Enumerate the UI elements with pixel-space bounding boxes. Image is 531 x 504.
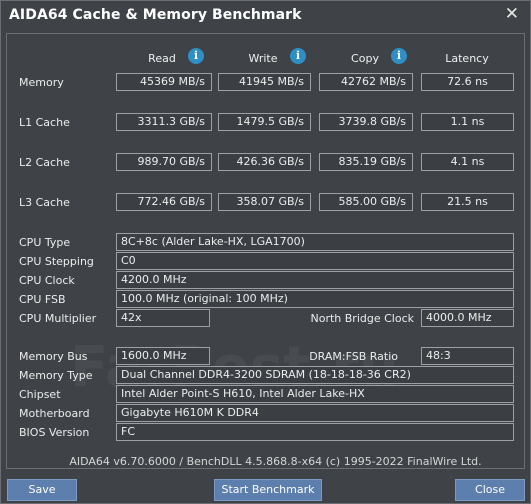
memory-write-value: 41945 MB/s — [218, 73, 311, 91]
start-benchmark-button[interactable]: Start Benchmark — [214, 479, 322, 501]
l2-row-label: L2 Cache — [19, 156, 70, 169]
bios-version-value: FC — [116, 423, 514, 441]
memory-latency-value: 72.6 ns — [421, 73, 514, 91]
north-bridge-clock-label: North Bridge Clock — [310, 312, 414, 325]
l1-latency-value: 1.1 ns — [421, 113, 514, 131]
memory-type-value: Dual Channel DDR4-3200 SDRAM (18-18-18-3… — [116, 366, 514, 384]
cpu-stepping-value: C0 — [116, 252, 514, 270]
l3-copy-value: 585.00 GB/s — [319, 193, 413, 211]
dram-fsb-ratio-label: DRAM:FSB Ratio — [309, 350, 398, 363]
write-info-icon[interactable]: i — [290, 48, 306, 64]
motherboard-value: Gigabyte H610M K DDR4 — [116, 404, 514, 422]
l3-row-label: L3 Cache — [19, 196, 70, 209]
memory-bus-label: Memory Bus — [19, 350, 88, 363]
l1-copy-value: 3739.8 GB/s — [319, 113, 413, 131]
read-info-icon[interactable]: i — [188, 48, 204, 64]
bios-version-label: BIOS Version — [19, 426, 90, 439]
l3-write-value: 358.07 GB/s — [218, 193, 311, 211]
l1-read-value: 3311.3 GB/s — [116, 113, 212, 131]
cpu-multiplier-label: CPU Multiplier — [19, 312, 97, 325]
cpu-type-label: CPU Type — [19, 236, 71, 249]
save-button[interactable]: Save — [7, 479, 77, 501]
memory-type-label: Memory Type — [19, 369, 93, 382]
memory-bus-value: 1600.0 MHz — [116, 347, 210, 365]
title-bar[interactable]: AIDA64 Cache & Memory Benchmark ✕ — [0, 0, 531, 32]
memory-copy-value: 42762 MB/s — [319, 73, 413, 91]
cpu-type-value: 8C+8c (Alder Lake-HX, LGA1700) — [116, 233, 514, 251]
memory-row-label: Memory — [19, 76, 64, 89]
dram-fsb-ratio-value: 48:3 — [421, 347, 514, 365]
north-bridge-clock-value: 4000.0 MHz — [421, 309, 514, 327]
cpu-clock-label: CPU Clock — [19, 274, 75, 287]
window-title: AIDA64 Cache & Memory Benchmark — [9, 7, 302, 23]
close-icon[interactable]: ✕ — [505, 4, 519, 24]
l1-row-label: L1 Cache — [19, 116, 70, 129]
cpu-multiplier-value: 42x — [116, 309, 210, 327]
footer-credits: AIDA64 v6.70.6000 / BenchDLL 4.5.868.8-x… — [69, 455, 482, 468]
cpu-fsb-label: CPU FSB — [19, 293, 66, 306]
cpu-fsb-value: 100.0 MHz (original: 100 MHz) — [116, 290, 514, 308]
l3-latency-value: 21.5 ns — [421, 193, 514, 211]
l3-read-value: 772.46 GB/s — [116, 193, 212, 211]
chipset-label: Chipset — [19, 388, 61, 401]
memory-read-value: 45369 MB/s — [116, 73, 212, 91]
l2-copy-value: 835.19 GB/s — [319, 153, 413, 171]
copy-info-icon[interactable]: i — [391, 48, 407, 64]
close-button[interactable]: Close — [455, 479, 525, 501]
cpu-clock-value: 4200.0 MHz — [116, 271, 514, 289]
l2-write-value: 426.36 GB/s — [218, 153, 311, 171]
l2-read-value: 989.70 GB/s — [116, 153, 212, 171]
column-latency: Latency — [445, 52, 489, 65]
cpu-stepping-label: CPU Stepping — [19, 255, 94, 268]
l1-write-value: 1479.5 GB/s — [218, 113, 311, 131]
motherboard-label: Motherboard — [19, 407, 90, 420]
l2-latency-value: 4.1 ns — [421, 153, 514, 171]
chipset-value: Intel Alder Point-S H610, Intel Alder La… — [116, 385, 514, 403]
